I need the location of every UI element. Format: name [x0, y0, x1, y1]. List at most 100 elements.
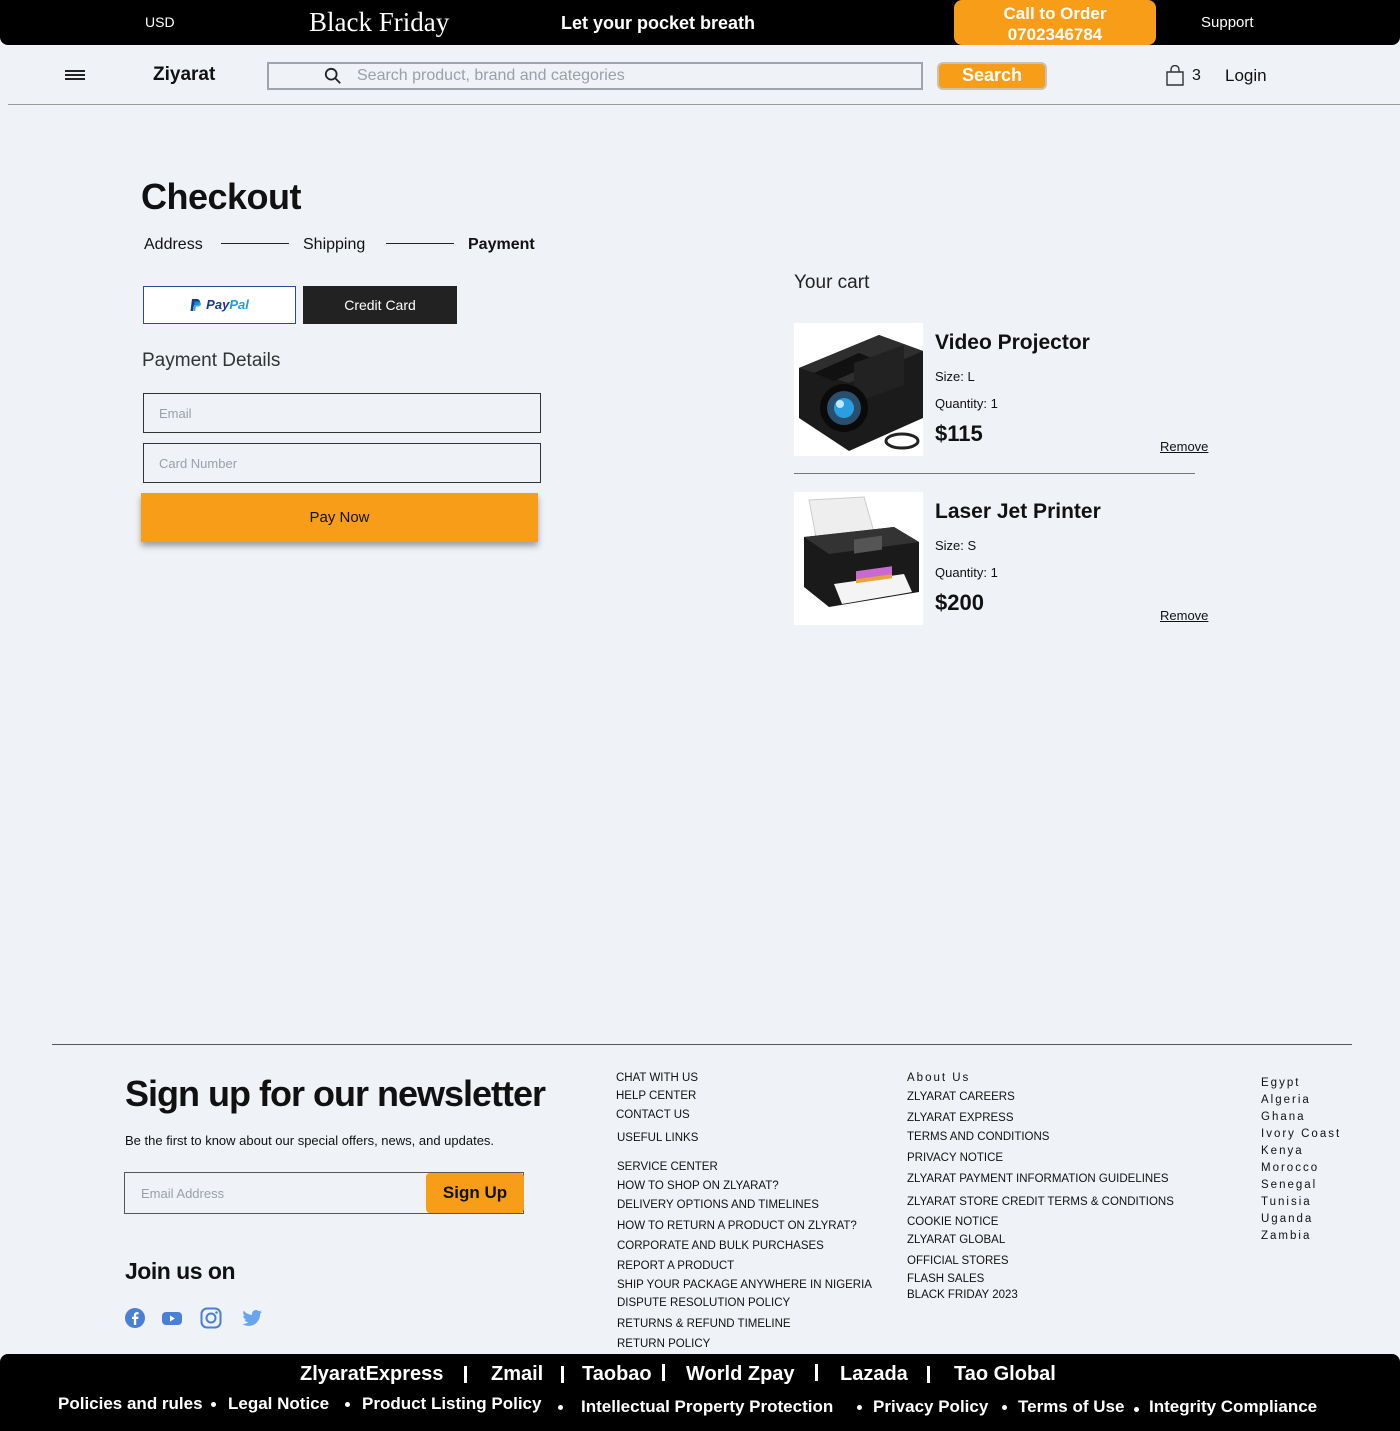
newsletter-subtitle: Be the first to know about our special o…	[125, 1133, 495, 1148]
country-link[interactable]: Uganda	[1261, 1213, 1313, 1225]
bullet	[1002, 1405, 1007, 1410]
footer-link[interactable]: FLASH SALES	[907, 1273, 984, 1285]
policy-link[interactable]: Legal Notice	[228, 1394, 329, 1414]
footer-link[interactable]: SERVICE CENTER	[617, 1161, 718, 1173]
footer-link[interactable]: ZLYARAT GLOBAL	[907, 1234, 1005, 1246]
payment-details-title: Payment Details	[142, 350, 281, 371]
step-shipping[interactable]: Shipping	[303, 236, 365, 254]
newsletter-title: Sign up for our newsletter	[125, 1073, 546, 1114]
call-to-order-button[interactable]: Call to Order 0702346784	[954, 0, 1156, 45]
country-link[interactable]: Algeria	[1261, 1094, 1311, 1106]
brand-link[interactable]: ZlyaratExpress	[300, 1363, 443, 1386]
paypal-tab[interactable]: PayPal	[143, 286, 296, 324]
cart-item-name[interactable]: Laser Jet Printer	[935, 500, 1101, 524]
shopping-bag-icon[interactable]	[1166, 65, 1184, 86]
footer-link[interactable]: PRIVACY NOTICE	[907, 1152, 1003, 1164]
footer-link[interactable]: COOKIE NOTICE	[907, 1216, 998, 1228]
footer-link[interactable]: CHAT WITH US	[616, 1072, 698, 1084]
cart-item: Laser Jet Printer Size: S Quantity: 1 $2…	[794, 492, 1214, 626]
country-link[interactable]: Zambia	[1261, 1230, 1311, 1242]
country-link[interactable]: Ivory Coast	[1261, 1128, 1341, 1140]
footer-link[interactable]: BLACK FRIDAY 2023	[907, 1289, 1018, 1301]
card-number-field[interactable]	[144, 444, 540, 482]
search-button[interactable]: Search	[937, 62, 1047, 90]
search-icon	[324, 67, 341, 84]
country-link[interactable]: Tunisia	[1261, 1196, 1312, 1208]
sign-up-button[interactable]: Sign Up	[426, 1173, 524, 1213]
newsletter-email-input[interactable]	[141, 1183, 411, 1203]
bullet	[857, 1405, 862, 1410]
separator	[927, 1366, 930, 1383]
credit-card-tab[interactable]: Credit Card	[303, 286, 457, 324]
cart-item-name[interactable]: Video Projector	[935, 331, 1090, 355]
remove-item-link[interactable]: Remove	[1160, 608, 1208, 623]
facebook-icon[interactable]	[123, 1306, 147, 1330]
footer-link[interactable]: HOW TO RETURN A PRODUCT ON ZLYRAT?	[617, 1220, 857, 1232]
country-link[interactable]: Senegal	[1261, 1179, 1317, 1191]
cart-count: 3	[1192, 67, 1201, 84]
policy-link[interactable]: Terms of Use	[1018, 1397, 1124, 1417]
footer-divider	[52, 1044, 1352, 1045]
login-link[interactable]: Login	[1225, 66, 1267, 86]
site-logo[interactable]: Ziyarat	[153, 64, 215, 86]
paypal-logo: PayPal	[190, 297, 249, 312]
bullet	[1134, 1407, 1139, 1412]
footer-link[interactable]: USEFUL LINKS	[617, 1132, 698, 1144]
brand-link[interactable]: Zmail	[491, 1363, 543, 1386]
youtube-icon[interactable]	[160, 1306, 184, 1330]
cart-item-quantity: Quantity: 1	[935, 396, 998, 411]
footer-link[interactable]: DISPUTE RESOLUTION POLICY	[617, 1297, 790, 1309]
footer-link[interactable]: RETURN POLICY	[617, 1338, 710, 1350]
footer-link[interactable]: TERMS AND CONDITIONS	[907, 1131, 1049, 1143]
footer-link[interactable]: SHIP YOUR PACKAGE ANYWHERE IN NIGERIA	[617, 1279, 872, 1291]
bullet	[345, 1402, 350, 1407]
country-link[interactable]: Ghana	[1261, 1111, 1306, 1123]
cart-item-quantity: Quantity: 1	[935, 565, 998, 580]
brand-link[interactable]: Taobao	[582, 1363, 652, 1386]
policy-link[interactable]: Integrity Compliance	[1149, 1397, 1317, 1417]
twitter-icon[interactable]	[240, 1306, 264, 1330]
footer-link[interactable]: CORPORATE AND BULK PURCHASES	[617, 1240, 824, 1252]
footer-link[interactable]: HOW TO SHOP ON ZLYARAT?	[617, 1180, 779, 1192]
footer-link[interactable]: REPORT A PRODUCT	[617, 1260, 734, 1272]
footer-link[interactable]: RETURNS & REFUND TIMELINE	[617, 1318, 791, 1330]
footer-link[interactable]: HELP CENTER	[616, 1090, 696, 1102]
policy-link[interactable]: Intellectual Property Protection	[581, 1397, 833, 1417]
menu-icon[interactable]	[65, 70, 85, 80]
step-divider	[386, 243, 454, 244]
pay-now-button[interactable]: Pay Now	[141, 493, 538, 542]
bullet	[211, 1402, 216, 1407]
brand-link[interactable]: World Zpay	[686, 1363, 795, 1386]
cart-title: Your cart	[794, 272, 870, 293]
email-field[interactable]	[144, 394, 540, 432]
newsletter-form: Sign Up	[124, 1172, 524, 1214]
separator	[662, 1364, 665, 1381]
brand-link[interactable]: Tao Global	[954, 1363, 1056, 1386]
country-link[interactable]: Egypt	[1261, 1077, 1300, 1089]
country-link[interactable]: Morocco	[1261, 1162, 1319, 1174]
step-payment[interactable]: Payment	[468, 236, 535, 254]
support-link[interactable]: Support	[1201, 14, 1254, 31]
brand-link[interactable]: Lazada	[840, 1363, 908, 1386]
remove-item-link[interactable]: Remove	[1160, 439, 1208, 454]
country-link[interactable]: Kenya	[1261, 1145, 1304, 1157]
step-address[interactable]: Address	[144, 236, 203, 254]
footer-link[interactable]: OFFICIAL STORES	[907, 1255, 1009, 1267]
promo-tagline: Let your pocket breath	[561, 13, 756, 33]
cart-item-size: Size: L	[935, 369, 975, 384]
footer-link[interactable]: CONTACT US	[616, 1109, 690, 1121]
bottom-bar: ZlyaratExpress Zmail Taobao World Zpay L…	[0, 1354, 1400, 1431]
instagram-icon[interactable]	[199, 1306, 223, 1330]
footer-link[interactable]: ZLYARAT EXPRESS	[907, 1112, 1014, 1124]
footer-link[interactable]: ZLYARAT PAYMENT INFORMATION GUIDELINES	[907, 1173, 1169, 1185]
separator	[464, 1366, 467, 1383]
footer-link[interactable]: About Us	[907, 1072, 970, 1084]
footer-link[interactable]: DELIVERY OPTIONS AND TIMELINES	[617, 1199, 819, 1211]
footer-link[interactable]: ZLYARAT STORE CREDIT TERMS & CONDITIONS	[907, 1196, 1174, 1208]
footer-link[interactable]: ZLYARAT CAREERS	[907, 1091, 1015, 1103]
search-input[interactable]	[357, 66, 897, 86]
policy-link[interactable]: Product Listing Policy	[362, 1394, 541, 1414]
policy-link[interactable]: Policies and rules	[58, 1394, 203, 1414]
policy-link[interactable]: Privacy Policy	[873, 1397, 988, 1417]
currency-selector[interactable]: USD	[145, 14, 175, 30]
